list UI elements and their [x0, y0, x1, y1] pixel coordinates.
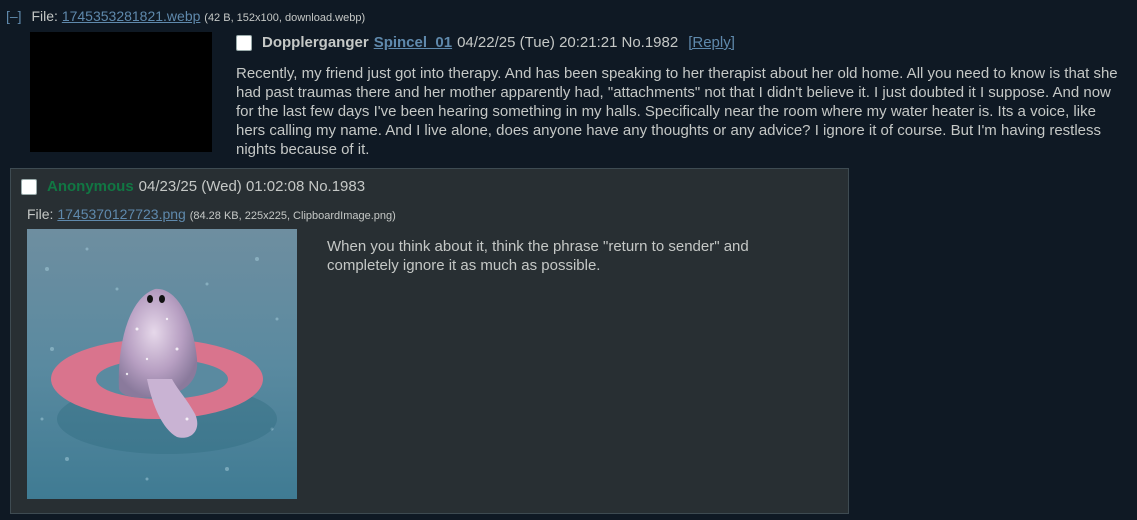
- op-file-link[interactable]: 1745353281821.webp: [62, 8, 201, 24]
- reply-file-link[interactable]: 1745370127723.png: [57, 206, 185, 222]
- reply-file-info: File: 1745370127723.png (84.28 KB, 225x2…: [27, 206, 396, 222]
- op-thumbnail[interactable]: [30, 32, 212, 152]
- reply-post-number[interactable]: No.1983: [308, 178, 365, 195]
- reply-link[interactable]: [Reply]: [688, 34, 735, 51]
- op-file-label: File:: [31, 8, 58, 24]
- reply-file-meta: (84.28 KB, 225x225, ClipboardImage.png): [189, 210, 396, 222]
- thread: [–] File: 1745353281821.webp (42 B, 152x…: [0, 0, 1137, 520]
- reply-post-date: 04/23/25 (Wed) 01:02:08: [138, 178, 305, 195]
- op-poster-name: Dopplerganger: [262, 34, 369, 51]
- collapse-toggle[interactable]: [–]: [6, 8, 22, 24]
- op-file-info: [–] File: 1745353281821.webp (42 B, 152x…: [6, 8, 365, 24]
- op-post-body: Recently, my friend just got into therap…: [236, 65, 1118, 158]
- op-file-meta: (42 B, 152x100, download.webp): [204, 12, 366, 24]
- reply-image[interactable]: [27, 229, 297, 499]
- reply-post: Anonymous 04/23/25 (Wed) 01:02:08 No.198…: [10, 168, 849, 514]
- reply-post-body: When you think about it, think the phras…: [327, 238, 749, 274]
- op-post-header: Dopplerganger Spincel_01 04/22/25 (Tue) …: [236, 34, 735, 51]
- op-post-date: 04/22/25 (Tue) 20:21:21: [457, 34, 618, 51]
- reply-poster-name: Anonymous: [47, 178, 134, 195]
- op-post-number[interactable]: No.1982: [621, 34, 678, 51]
- reply-post-header: Anonymous 04/23/25 (Wed) 01:02:08 No.198…: [21, 178, 365, 195]
- op-tripcode-link[interactable]: Spincel_01: [374, 34, 452, 51]
- op-select-checkbox[interactable]: [236, 34, 252, 51]
- reply-select-checkbox[interactable]: [21, 178, 37, 195]
- reply-file-label: File:: [27, 206, 54, 222]
